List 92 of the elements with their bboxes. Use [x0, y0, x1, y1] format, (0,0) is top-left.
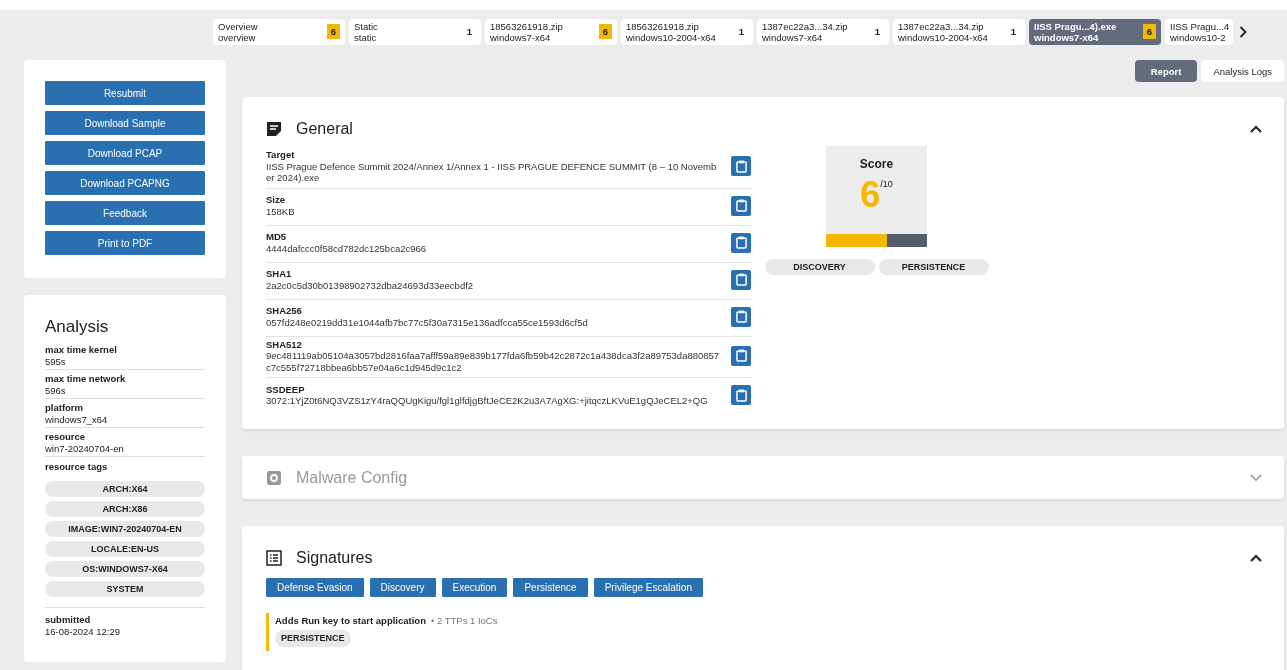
report-tab[interactable]: 1387ec22a3...34.zip windows10-2004-x64 1	[893, 18, 1025, 45]
copy-button[interactable]	[731, 345, 751, 366]
field-value: 158KB	[266, 205, 296, 217]
field-label: resource tags	[45, 461, 109, 472]
clipboard-icon	[735, 349, 747, 363]
chevron-right-icon[interactable]	[1239, 25, 1248, 38]
field-value: 4444dafccc0f58cd782dc125bca2c966	[266, 242, 428, 254]
clipboard-icon	[735, 310, 747, 323]
tab-count: 1	[1009, 25, 1017, 39]
copy-button[interactable]	[731, 156, 751, 177]
field-value: win7-20240704-en	[45, 442, 125, 454]
score-badge: 6	[598, 24, 612, 39]
copy-button[interactable]	[731, 232, 751, 253]
chevron-up-icon[interactable]	[1250, 554, 1262, 562]
filter-button[interactable]: Persistence	[513, 578, 588, 597]
field-value: 595s	[45, 355, 67, 367]
tab-count: 1	[873, 25, 881, 39]
field-label: Size	[266, 194, 286, 206]
field-value: 057fd248e0219dd31e1044afb7bc77c5f30a7315e136adfcca55ce1593d6cf5d	[266, 316, 589, 328]
filter-button[interactable]: Execution	[441, 578, 508, 597]
signature-item[interactable]: Adds Run key to start application • 2 TTPs 1 IoCs PERSISTENCE	[266, 613, 1262, 651]
action-button[interactable]: Download PCAPNG	[45, 171, 205, 195]
tab-count: 1	[737, 25, 745, 39]
filter-button[interactable]: Discovery	[369, 578, 436, 597]
field-value: 16-08-2024 12:29	[45, 625, 121, 637]
action-button[interactable]: Resubmit	[45, 81, 205, 105]
score-max: /10	[880, 179, 893, 189]
signature-title: Adds Run key to start application	[275, 615, 426, 626]
report-tab[interactable]: 1387ec22a3...34.zip windows7-x64 1	[757, 18, 889, 45]
clipboard-icon	[735, 236, 747, 249]
field-label: Target	[266, 149, 296, 161]
field-value: 9ec481119ab05104a3057bd2816faa7afff59a89e839b177fda6fb59b42c2872c1a438dca3f2a89753da880857c7c555f72718bbea6bb57e04a6c1d945d9c1c2	[266, 350, 721, 373]
analysis-title: Analysis	[45, 317, 110, 337]
field-label: SHA512	[266, 338, 303, 350]
field-label: platform	[45, 402, 84, 414]
score-title: Score	[859, 157, 894, 171]
resource-tag: SYSTEM	[45, 581, 205, 597]
score-value: 6	[860, 177, 881, 213]
tactic-tag: PERSISTENCE	[275, 630, 351, 647]
report-tab[interactable]: Static static 1	[349, 18, 481, 45]
gear-icon	[266, 469, 282, 486]
resource-tag: ARCH:X86	[45, 501, 205, 517]
resource-tag: LOCALE:EN-US	[45, 541, 205, 557]
copy-button[interactable]	[731, 306, 751, 327]
clipboard-icon	[735, 273, 747, 286]
copy-button[interactable]	[731, 269, 751, 290]
section-title: Signatures	[296, 549, 374, 567]
field-value: 2a2c0c5d30b01398902732dba24693d33eecbdf2	[266, 279, 475, 291]
copy-button[interactable]	[731, 385, 751, 405]
view-button[interactable]: Report	[1134, 60, 1198, 82]
field-label: max time kernel	[45, 344, 118, 356]
field-label: submitted	[45, 614, 92, 626]
note-icon	[266, 121, 282, 137]
view-button[interactable]: Analysis Logs	[1201, 60, 1284, 82]
report-tab[interactable]: 18563261918.zip windows10-2004-x64 1	[621, 18, 753, 45]
clipboard-icon	[735, 199, 747, 212]
field-label: SSDEEP	[266, 383, 306, 395]
list-icon	[266, 550, 282, 566]
action-button[interactable]: Feedback	[45, 201, 205, 225]
field-value: 3072:1YjZ0t6NQ3VZS1zY4raQQUgKigu/fgl1glfdjgBftJeCE2K2u3A7AgXG:+jitqczLKVuE1gQJeCEL2+QG	[266, 395, 709, 407]
signature-meta: • 2 TTPs 1 IoCs	[430, 615, 498, 626]
action-button[interactable]: Download Sample	[45, 111, 205, 135]
section-title: Malware Config	[296, 468, 409, 487]
resource-tag: IMAGE:WIN7-20240704-EN	[45, 521, 205, 537]
section-title: General	[296, 120, 354, 138]
field-label: MD5	[266, 231, 288, 243]
field-label: resource	[45, 431, 87, 443]
report-tab[interactable]: Overview overview 6	[213, 18, 345, 45]
field-label: SHA256	[266, 305, 303, 317]
score-badge: 6	[1142, 24, 1156, 39]
report-tab[interactable]: IISS Pragu...4 windows10-2	[1165, 18, 1234, 45]
clipboard-icon	[735, 388, 747, 402]
action-button[interactable]: Print to PDF	[45, 231, 205, 255]
field-value: 596s	[45, 384, 67, 396]
field-label: SHA1	[266, 268, 293, 280]
field-label: max time network	[45, 373, 127, 385]
resource-tag: ARCH:X64	[45, 481, 205, 497]
filter-button[interactable]: Privilege Escalation	[593, 578, 703, 597]
field-value: IISS Prague Defence Summit 2024/Annex 1/Annex 1 - IISS PRAGUE DEFENCE SUMMIT (8 – 10 November 2024).exe	[266, 160, 718, 184]
field-value: windows7_x64	[45, 413, 109, 425]
copy-button[interactable]	[731, 195, 751, 216]
chevron-up-icon[interactable]	[1250, 125, 1262, 133]
tactic-tag: DISCOVERY	[764, 259, 875, 275]
report-tab[interactable]: IISS Pragu...4).exe windows7-x64 6	[1029, 18, 1161, 45]
filter-button[interactable]: Defense Evasion	[266, 578, 364, 597]
resource-tag: OS:WINDOWS7-X64	[45, 561, 205, 577]
tactic-tag: PERSISTENCE	[878, 259, 989, 275]
tab-count: 1	[465, 25, 473, 39]
action-button[interactable]: Download PCAP	[45, 141, 205, 165]
score-badge: 6	[326, 24, 340, 39]
clipboard-icon	[735, 159, 747, 173]
report-tab[interactable]: 18563261918.zip windows7-x64 6	[485, 18, 617, 45]
